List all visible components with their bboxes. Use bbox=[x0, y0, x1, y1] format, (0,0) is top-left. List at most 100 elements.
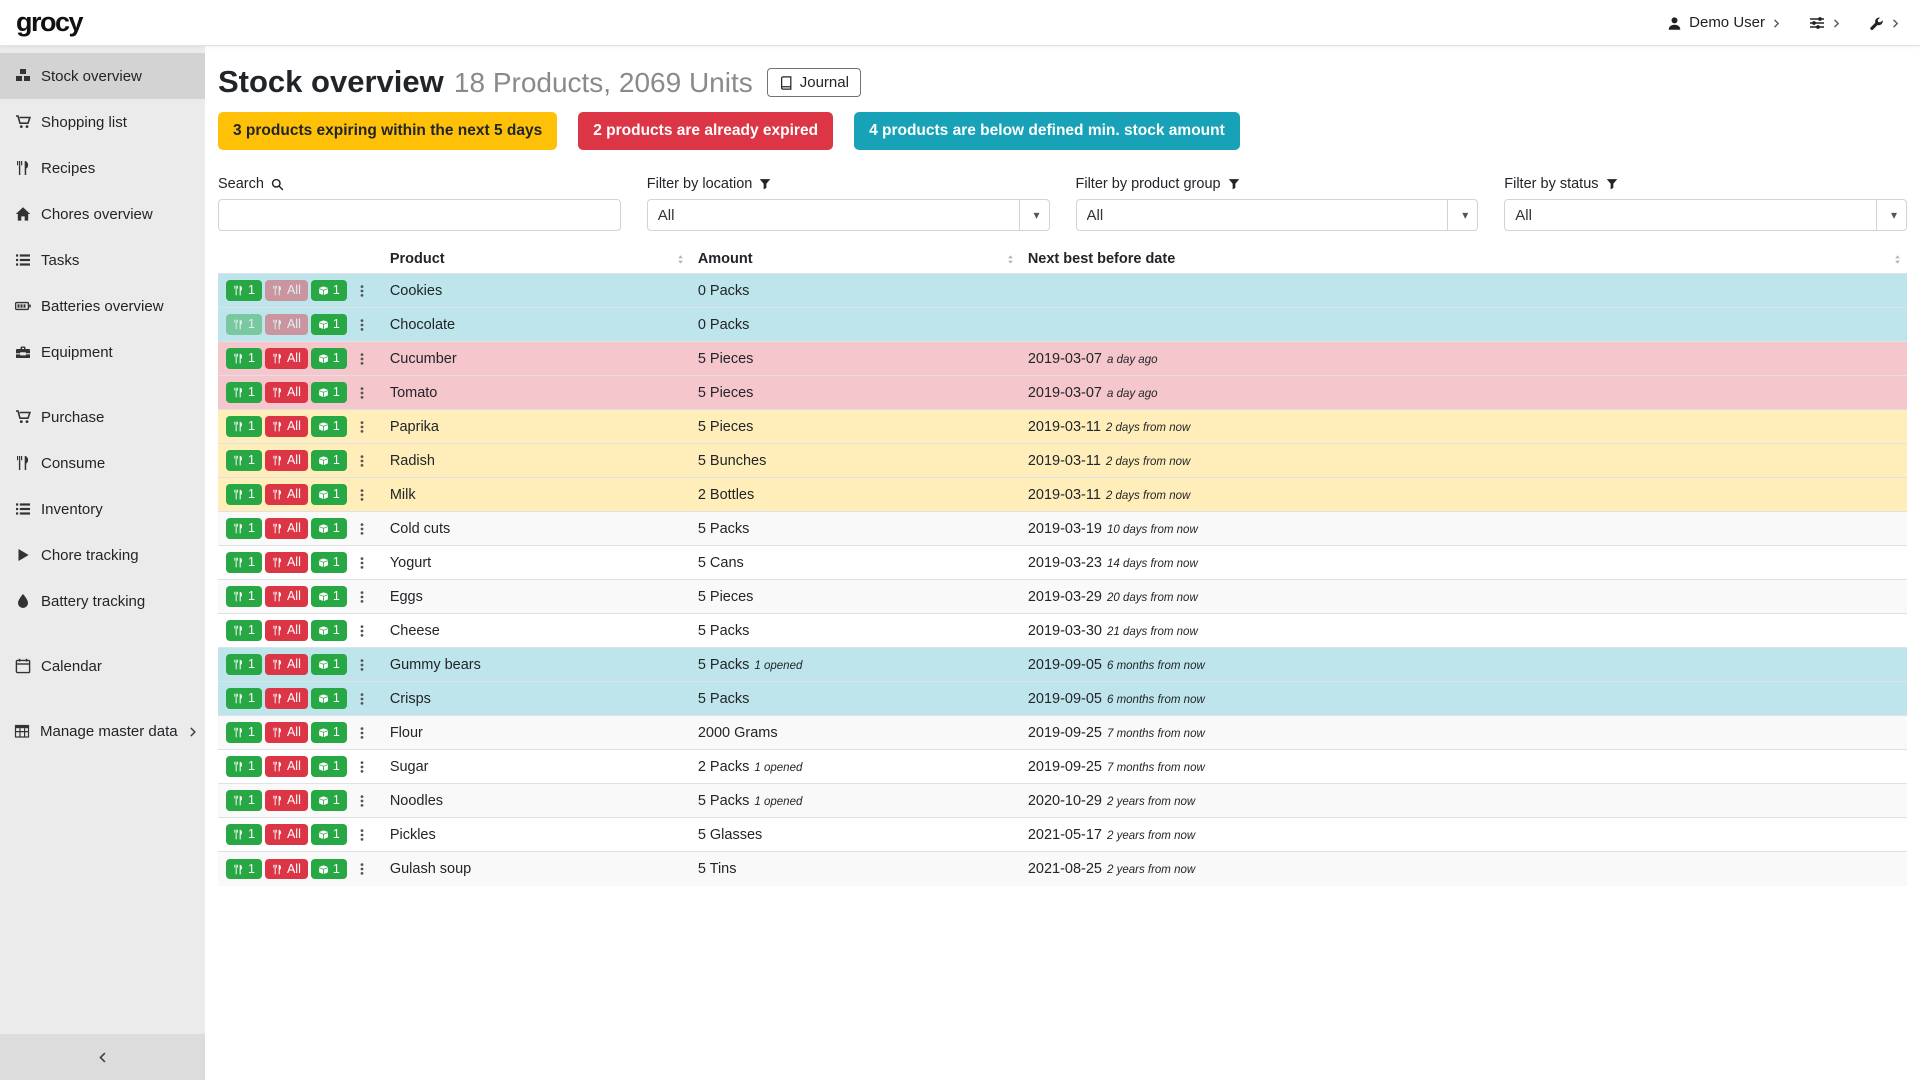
sidebar-item-purchase[interactable]: Purchase bbox=[0, 394, 205, 440]
sidebar-item-chores-overview[interactable]: Chores overview bbox=[0, 191, 205, 237]
consume-all-button[interactable]: All bbox=[265, 484, 308, 505]
open-one-button[interactable]: 1 bbox=[311, 314, 347, 335]
product-group-filter-select[interactable]: All bbox=[1076, 199, 1479, 231]
consume-all-button[interactable]: All bbox=[265, 348, 308, 369]
consume-all-button[interactable]: All bbox=[265, 586, 308, 607]
open-one-button[interactable]: 1 bbox=[311, 722, 347, 743]
open-one-button[interactable]: 1 bbox=[311, 518, 347, 539]
row-menu-button[interactable] bbox=[350, 757, 374, 776]
open-one-button[interactable]: 1 bbox=[311, 484, 347, 505]
consume-all-button[interactable]: All bbox=[265, 314, 308, 335]
open-one-button[interactable]: 1 bbox=[311, 552, 347, 573]
consume-one-button[interactable]: 1 bbox=[226, 586, 262, 607]
row-menu-button[interactable] bbox=[350, 281, 374, 300]
consume-all-button[interactable]: All bbox=[265, 552, 308, 573]
sidebar-item-tasks[interactable]: Tasks bbox=[0, 237, 205, 283]
consume-all-button[interactable]: All bbox=[265, 756, 308, 777]
consume-all-button[interactable]: All bbox=[265, 450, 308, 471]
sidebar-item-chore-tracking[interactable]: Chore tracking bbox=[0, 532, 205, 578]
sidebar-item-batteries-overview[interactable]: Batteries overview bbox=[0, 283, 205, 329]
consume-one-button[interactable]: 1 bbox=[226, 688, 262, 709]
row-menu-button[interactable] bbox=[350, 825, 374, 844]
column-header-product[interactable]: Product bbox=[382, 245, 690, 274]
consume-all-button[interactable]: All bbox=[265, 518, 308, 539]
consume-all-button[interactable]: All bbox=[265, 688, 308, 709]
user-menu[interactable]: Demo User bbox=[1667, 14, 1781, 31]
row-menu-button[interactable] bbox=[350, 791, 374, 810]
status-filter-select[interactable]: All bbox=[1504, 199, 1907, 231]
open-one-button[interactable]: 1 bbox=[311, 416, 347, 437]
row-menu-button[interactable] bbox=[350, 485, 374, 504]
row-menu-button[interactable] bbox=[350, 417, 374, 436]
location-filter-select[interactable]: All bbox=[647, 199, 1050, 231]
journal-button[interactable]: Journal bbox=[767, 68, 861, 97]
consume-one-button[interactable]: 1 bbox=[226, 280, 262, 301]
consume-all-button[interactable]: All bbox=[265, 654, 308, 675]
consume-all-button[interactable]: All bbox=[265, 382, 308, 403]
consume-one-button[interactable]: 1 bbox=[226, 654, 262, 675]
sidebar-item-equipment[interactable]: Equipment bbox=[0, 329, 205, 375]
row-menu-button[interactable] bbox=[350, 621, 374, 640]
open-one-button[interactable]: 1 bbox=[311, 790, 347, 811]
sidebar-item-consume[interactable]: Consume bbox=[0, 440, 205, 486]
status-pill-warning[interactable]: 3 products expiring within the next 5 da… bbox=[218, 112, 557, 150]
open-one-button[interactable]: 1 bbox=[311, 586, 347, 607]
consume-all-button[interactable]: All bbox=[265, 824, 308, 845]
open-one-button[interactable]: 1 bbox=[311, 756, 347, 777]
search-input[interactable] bbox=[218, 199, 621, 231]
row-menu-button[interactable] bbox=[350, 655, 374, 674]
consume-one-button[interactable]: 1 bbox=[226, 416, 262, 437]
column-header-next-best-before-date[interactable]: Next best before date bbox=[1020, 245, 1907, 274]
consume-one-button[interactable]: 1 bbox=[226, 348, 262, 369]
sidebar-item-manage-master-data[interactable]: Manage master data bbox=[0, 708, 205, 754]
consume-one-button[interactable]: 1 bbox=[226, 484, 262, 505]
sidebar-item-calendar[interactable]: Calendar bbox=[0, 643, 205, 689]
sidebar-item-stock-overview[interactable]: Stock overview bbox=[0, 53, 205, 99]
consume-one-button[interactable]: 1 bbox=[226, 552, 262, 573]
row-menu-button[interactable] bbox=[350, 587, 374, 606]
consume-all-button[interactable]: All bbox=[265, 859, 308, 880]
open-one-button[interactable]: 1 bbox=[311, 620, 347, 641]
consume-one-button[interactable]: 1 bbox=[226, 518, 262, 539]
consume-all-button[interactable]: All bbox=[265, 280, 308, 301]
row-menu-button[interactable] bbox=[350, 383, 374, 402]
consume-one-button[interactable]: 1 bbox=[226, 382, 262, 403]
row-menu-button[interactable] bbox=[350, 859, 374, 878]
consume-one-button[interactable]: 1 bbox=[226, 722, 262, 743]
open-one-button[interactable]: 1 bbox=[311, 382, 347, 403]
sort-icon[interactable] bbox=[1005, 251, 1016, 267]
sidebar-collapse-button[interactable] bbox=[0, 1034, 205, 1080]
app-logo[interactable]: grocy bbox=[16, 7, 82, 38]
open-one-button[interactable]: 1 bbox=[311, 824, 347, 845]
row-menu-button[interactable] bbox=[350, 451, 374, 470]
open-one-button[interactable]: 1 bbox=[311, 688, 347, 709]
consume-all-button[interactable]: All bbox=[265, 416, 308, 437]
open-one-button[interactable]: 1 bbox=[311, 654, 347, 675]
consume-one-button[interactable]: 1 bbox=[226, 620, 262, 641]
sidebar-item-shopping-list[interactable]: Shopping list bbox=[0, 99, 205, 145]
open-one-button[interactable]: 1 bbox=[311, 348, 347, 369]
admin-menu[interactable] bbox=[1869, 14, 1900, 31]
open-one-button[interactable]: 1 bbox=[311, 859, 347, 880]
consume-one-button[interactable]: 1 bbox=[226, 824, 262, 845]
status-pill-info[interactable]: 4 products are below defined min. stock … bbox=[854, 112, 1240, 150]
row-menu-button[interactable] bbox=[350, 689, 374, 708]
open-one-button[interactable]: 1 bbox=[311, 280, 347, 301]
sidebar-item-inventory[interactable]: Inventory bbox=[0, 486, 205, 532]
column-header-amount[interactable]: Amount bbox=[690, 245, 1020, 274]
consume-one-button[interactable]: 1 bbox=[226, 790, 262, 811]
consume-one-button[interactable]: 1 bbox=[226, 859, 262, 880]
sort-icon[interactable] bbox=[675, 251, 686, 267]
settings-menu[interactable] bbox=[1809, 14, 1841, 31]
row-menu-button[interactable] bbox=[350, 723, 374, 742]
sidebar-item-battery-tracking[interactable]: Battery tracking bbox=[0, 578, 205, 624]
sort-icon[interactable] bbox=[1892, 251, 1903, 267]
consume-one-button[interactable]: 1 bbox=[226, 314, 262, 335]
consume-one-button[interactable]: 1 bbox=[226, 450, 262, 471]
consume-all-button[interactable]: All bbox=[265, 620, 308, 641]
row-menu-button[interactable] bbox=[350, 519, 374, 538]
status-pill-danger[interactable]: 2 products are already expired bbox=[578, 112, 833, 150]
consume-one-button[interactable]: 1 bbox=[226, 756, 262, 777]
row-menu-button[interactable] bbox=[350, 553, 374, 572]
consume-all-button[interactable]: All bbox=[265, 722, 308, 743]
